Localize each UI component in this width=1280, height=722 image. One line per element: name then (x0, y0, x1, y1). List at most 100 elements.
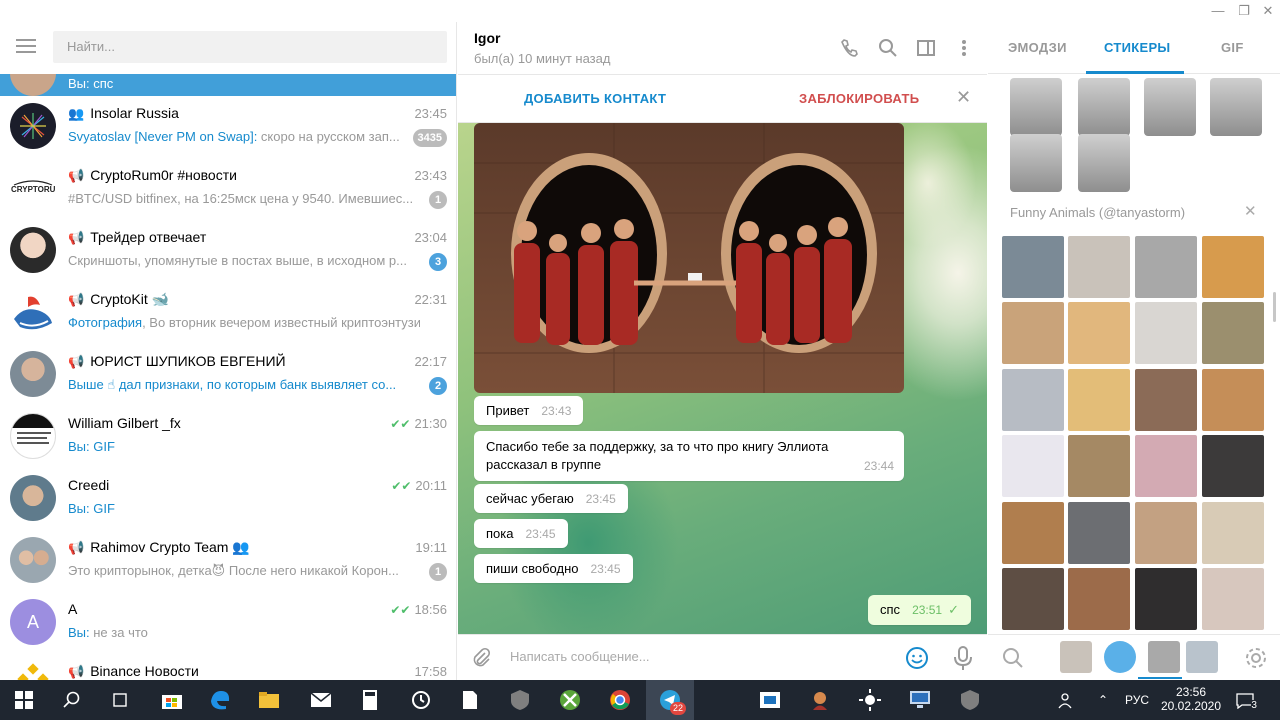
close-icon[interactable]: ✕ (956, 87, 971, 108)
chat-item-trader[interactable]: 📢 Трейдер отвечает 23:04 Скриншоты, упомя… (0, 220, 456, 282)
task-view-icon[interactable] (96, 680, 144, 720)
animal-sticker[interactable] (1002, 502, 1064, 564)
pack-thumb[interactable] (1060, 641, 1092, 673)
animal-sticker[interactable] (1202, 236, 1264, 298)
start-button[interactable] (0, 680, 48, 720)
emoji-icon[interactable] (905, 646, 929, 670)
sticker-scrollbar[interactable] (1273, 292, 1276, 322)
taskbar-search-icon[interactable] (48, 680, 96, 720)
pack-thumb[interactable] (1104, 641, 1136, 673)
animal-sticker[interactable] (1135, 236, 1197, 298)
animal-sticker[interactable] (1202, 502, 1264, 564)
sticker[interactable] (1078, 78, 1130, 136)
animal-sticker[interactable] (1068, 369, 1130, 431)
game-character-icon[interactable] (796, 680, 844, 720)
animal-sticker[interactable] (1202, 302, 1264, 364)
microphone-icon[interactable] (952, 645, 974, 671)
animal-sticker[interactable] (1002, 435, 1064, 497)
animal-sticker[interactable] (1135, 568, 1197, 630)
sticker[interactable] (1010, 78, 1062, 136)
chat-item-cryptokit[interactable]: 📢 CryptoKit 🐋 22:31 Фотография, Во вторни… (0, 282, 456, 344)
animal-sticker[interactable] (1202, 568, 1264, 630)
tab-stickers[interactable]: СТИКЕРЫ (1104, 40, 1170, 55)
mail-icon[interactable] (297, 680, 345, 720)
animal-sticker[interactable] (1002, 302, 1064, 364)
tab-gif[interactable]: GIF (1221, 40, 1244, 55)
block-button[interactable]: ЗАБЛОКИРОВАТЬ (799, 91, 919, 106)
add-contact-button[interactable]: ДОБАВИТЬ КОНТАКТ (524, 91, 666, 106)
sticker[interactable] (1210, 78, 1262, 136)
edge-icon[interactable] (196, 680, 244, 720)
search-icon[interactable] (878, 38, 898, 58)
animal-sticker[interactable] (1135, 369, 1197, 431)
sticker[interactable] (1078, 134, 1130, 192)
tray-chevron-icon[interactable]: ⌃ (1098, 680, 1108, 720)
sticker-settings-icon[interactable] (1244, 646, 1268, 670)
chat-item-cryptorumor[interactable]: CRYPTORUMOR 📢CryptoRum0r #новости 23:43 … (0, 158, 456, 220)
chrome-icon[interactable] (596, 680, 644, 720)
search-sticker-icon[interactable] (1002, 647, 1024, 669)
search-input[interactable]: Найти... (53, 31, 447, 63)
game-tanks-icon[interactable] (496, 680, 544, 720)
game-tanks-icon-2[interactable] (946, 680, 994, 720)
pack-thumb[interactable] (1186, 641, 1218, 673)
maximize-icon[interactable]: ❐ (1232, 2, 1256, 20)
message-bubble[interactable]: пиши свободно 23:45 (474, 554, 633, 583)
chat-item-insolar-russia[interactable]: 👥 Insolar Russia 23:45 Svyatoslav [Never … (0, 96, 456, 158)
message-bubble[interactable]: пока 23:45 (474, 519, 568, 548)
language-indicator[interactable]: РУС (1125, 680, 1149, 720)
chat-item-william-gilbert[interactable]: William Gilbert _fx ✔✔ 21:30 Вы: GIF (0, 406, 456, 468)
sticker[interactable] (1010, 134, 1062, 192)
animal-sticker[interactable] (1068, 236, 1130, 298)
peer-name[interactable]: Igor (474, 30, 500, 46)
window-app-icon[interactable] (746, 680, 794, 720)
animal-sticker[interactable] (1068, 302, 1130, 364)
brightness-icon[interactable] (846, 680, 894, 720)
chat-item-active[interactable]: Вы: спс (0, 50, 456, 96)
animal-sticker[interactable] (1002, 369, 1064, 431)
animal-sticker[interactable] (1068, 502, 1130, 564)
animal-sticker[interactable] (1002, 568, 1064, 630)
message-bubble[interactable]: сейчас убегаю 23:45 (474, 484, 628, 513)
animal-sticker[interactable] (1202, 435, 1264, 497)
store-icon[interactable] (148, 680, 196, 720)
close-window-icon[interactable]: ✕ (1256, 2, 1280, 20)
chat-item-binance[interactable]: 📢 Binance Новости 17:58 (0, 654, 456, 680)
xbox-icon[interactable] (546, 680, 594, 720)
animal-sticker[interactable] (1068, 435, 1130, 497)
sticker[interactable] (1144, 78, 1196, 136)
animal-sticker[interactable] (1135, 302, 1197, 364)
telegram-taskbar-icon[interactable]: 22 (646, 680, 694, 720)
hamburger-menu-icon[interactable] (16, 39, 36, 53)
document-icon[interactable] (446, 680, 494, 720)
attach-icon[interactable] (470, 647, 492, 669)
remote-desktop-icon[interactable] (896, 680, 944, 720)
animal-sticker[interactable] (1068, 568, 1130, 630)
message-bubble[interactable]: Спасибо тебе за поддержку, за то что про… (474, 431, 904, 481)
tab-emoji[interactable]: ЭМОДЗИ (1008, 40, 1067, 55)
calculator-icon[interactable] (346, 680, 394, 720)
file-explorer-icon[interactable] (245, 680, 293, 720)
chat-item-lawyer[interactable]: 📢 ЮРИСТ ШУПИКОВ ЕВГЕНИЙ 22:17 Выше ☝ дал … (0, 344, 456, 406)
outgoing-message-bubble[interactable]: спс 23:51 ✓ (868, 595, 971, 625)
animal-sticker[interactable] (1202, 369, 1264, 431)
chat-item-creedi[interactable]: Creedi ✔✔ 20:11 Вы: GIF (0, 468, 456, 530)
minimize-icon[interactable]: — (1206, 2, 1230, 20)
pack-thumb-active[interactable] (1148, 641, 1180, 673)
close-pack-icon[interactable]: ✕ (1244, 202, 1257, 220)
animal-sticker[interactable] (1135, 435, 1197, 497)
sidebar-toggle-icon[interactable] (916, 38, 936, 58)
message-input[interactable]: Написать сообщение... (510, 649, 650, 664)
more-options-icon[interactable] (954, 38, 974, 58)
message-bubble[interactable]: Привет 23:43 (474, 396, 584, 425)
chat-item-rahimov[interactable]: 📢 Rahimov Crypto Team 👥 19:11 Это криптор… (0, 530, 456, 592)
people-icon[interactable] (1058, 680, 1076, 720)
notification-center-icon[interactable]: 3 (1236, 680, 1263, 720)
phone-icon[interactable] (840, 38, 860, 58)
animal-sticker[interactable] (1002, 236, 1064, 298)
clock[interactable]: 23:56 20.02.2020 (1160, 680, 1222, 720)
chat-item-a[interactable]: A A ✔✔ 18:56 Вы: не за что (0, 592, 456, 654)
alarm-app-icon[interactable] (397, 680, 445, 720)
photo-message[interactable] (474, 123, 904, 393)
animal-sticker[interactable] (1135, 502, 1197, 564)
